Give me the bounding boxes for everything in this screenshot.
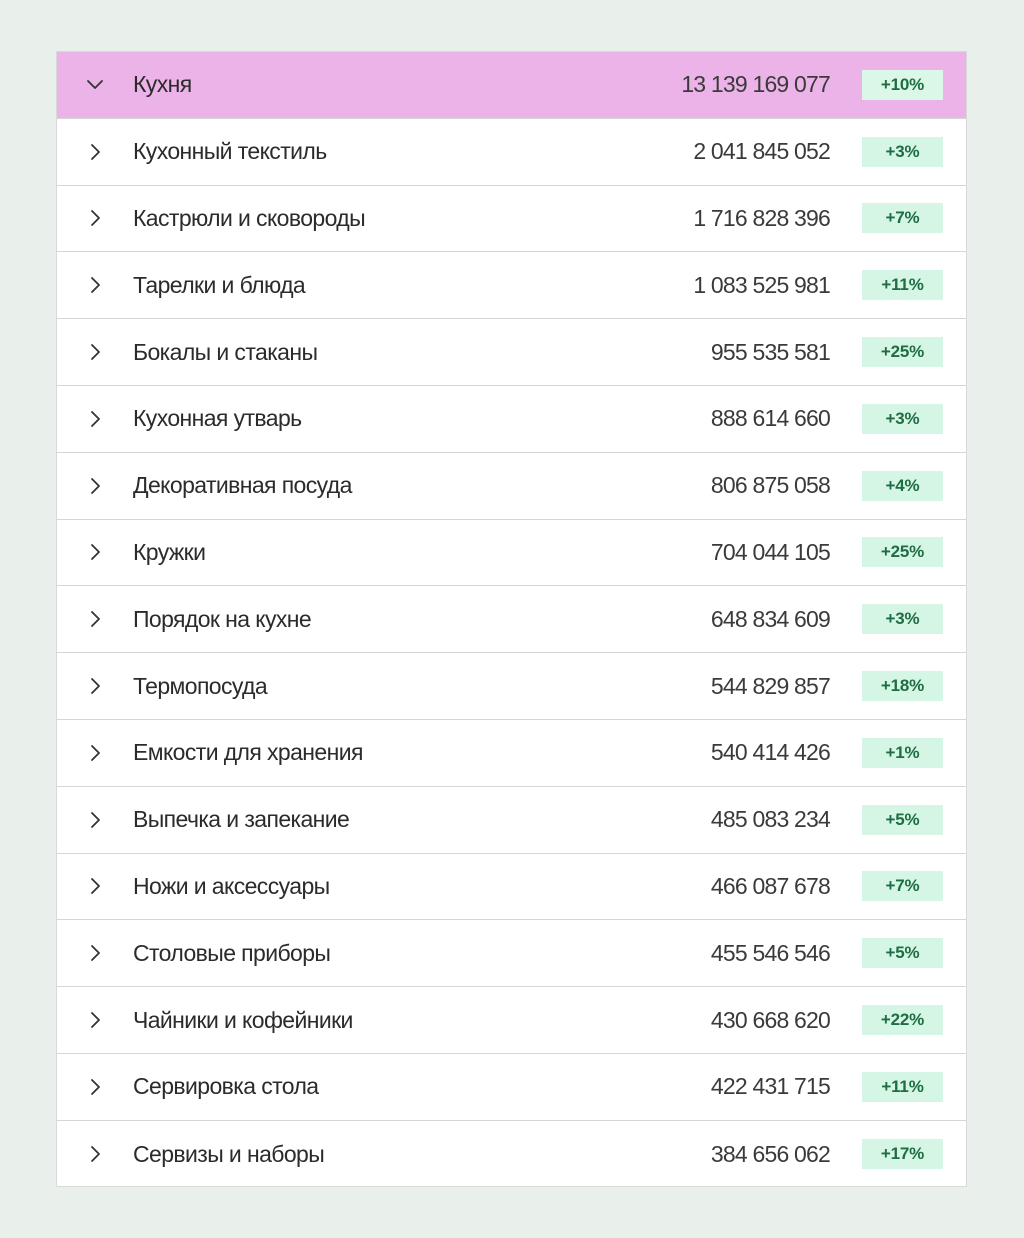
change-badge: +7% — [862, 871, 943, 902]
change-badge: +1% — [862, 737, 943, 768]
subcategory-label: Кастрюли и сковороды — [133, 204, 366, 231]
subcategory-row[interactable]: Чайники и кофейники 430 668 620 +22% — [57, 987, 966, 1054]
subcategory-row[interactable]: Емкости для хранения 540 414 426 +1% — [57, 720, 966, 787]
subcategory-value: 1 716 828 396 — [693, 204, 830, 231]
subcategory-label: Декоративная посуда — [133, 472, 352, 499]
subcategory-label: Бокалы и стаканы — [133, 338, 318, 365]
subcategory-label: Сервизы и наборы — [133, 1140, 325, 1167]
change-badge: +17% — [862, 1139, 943, 1170]
change-badge: +25% — [862, 337, 943, 368]
change-badge: +5% — [862, 804, 943, 835]
subcategory-row[interactable]: Бокалы и стаканы 955 535 581 +25% — [57, 319, 966, 386]
subcategory-value: 430 668 620 — [710, 1006, 831, 1033]
subcategory-row[interactable]: Кружки 704 044 105 +25% — [57, 520, 966, 587]
subcategory-row[interactable]: Сервировка стола 422 431 715 +11% — [57, 1054, 966, 1121]
subcategory-row[interactable]: Столовые приборы 455 546 546 +5% — [57, 920, 966, 988]
chevron-right-icon[interactable] — [85, 342, 105, 362]
subcategory-row[interactable]: Выпечка и запекание 485 083 234 +5% — [57, 787, 966, 854]
subcategory-label: Емкости для хранения — [133, 739, 363, 766]
category-label: Кухня — [133, 71, 192, 98]
change-badge: +3% — [862, 403, 943, 434]
subcategory-row[interactable]: Декоративная посуда 806 875 058 +4% — [57, 453, 966, 520]
subcategory-label: Ножи и аксессуары — [133, 872, 330, 899]
change-badge: +4% — [862, 470, 943, 501]
change-badge: +5% — [862, 938, 943, 969]
subcategory-value: 955 535 581 — [710, 338, 831, 365]
change-badge: +18% — [862, 671, 943, 702]
subcategory-row[interactable]: Порядок на кухне 648 834 609 +3% — [57, 586, 966, 654]
chevron-right-icon[interactable] — [85, 1144, 105, 1164]
category-table: Кухня 13 139 169 077 +10% Кухонный текст… — [56, 51, 967, 1187]
chevron-right-icon[interactable] — [85, 810, 105, 830]
category-row-expanded[interactable]: Кухня 13 139 169 077 +10% — [57, 52, 966, 119]
chevron-down-icon[interactable] — [85, 75, 105, 95]
subcategory-value: 466 087 678 — [710, 872, 831, 899]
subcategory-value: 485 083 234 — [710, 806, 831, 833]
subcategory-value: 2 041 845 052 — [693, 138, 830, 165]
chevron-right-icon[interactable] — [85, 142, 105, 162]
subcategory-row[interactable]: Термопосуда 544 829 857 +18% — [57, 653, 966, 720]
subcategory-label: Выпечка и запекание — [133, 806, 350, 833]
subcategory-row[interactable]: Кухонная утварь 888 614 660 +3% — [57, 386, 966, 453]
subcategory-value: 384 656 062 — [710, 1140, 831, 1167]
subcategory-value: 806 875 058 — [710, 472, 831, 499]
subcategory-row[interactable]: Сервизы и наборы 384 656 062 +17% — [57, 1121, 966, 1188]
subcategory-label: Кухонная утварь — [133, 405, 302, 432]
subcategory-value: 1 083 525 981 — [693, 271, 830, 298]
subcategory-value: 544 829 857 — [710, 672, 831, 699]
change-badge: +11% — [862, 1071, 943, 1102]
category-value: 13 139 169 077 — [681, 71, 830, 98]
subcategory-label: Термопосуда — [133, 672, 268, 699]
chevron-right-icon[interactable] — [85, 676, 105, 696]
change-badge: +3% — [862, 136, 943, 167]
subcategory-value: 455 546 546 — [710, 939, 831, 966]
subcategory-row[interactable]: Кухонный текстиль 2 041 845 052 +3% — [57, 119, 966, 186]
chevron-right-icon[interactable] — [85, 1010, 105, 1030]
change-badge: +25% — [862, 537, 943, 568]
chevron-right-icon[interactable] — [85, 943, 105, 963]
change-badge: +10% — [862, 69, 943, 100]
subcategory-label: Чайники и кофейники — [133, 1006, 353, 1033]
chevron-right-icon[interactable] — [85, 743, 105, 763]
subcategory-value: 422 431 715 — [710, 1073, 831, 1100]
chevron-right-icon[interactable] — [85, 1077, 105, 1097]
subcategory-label: Тарелки и блюда — [133, 271, 306, 298]
chevron-right-icon[interactable] — [85, 208, 105, 228]
subcategory-row[interactable]: Кастрюли и сковороды 1 716 828 396 +7% — [57, 186, 966, 253]
subcategory-value: 648 834 609 — [710, 605, 831, 632]
subcategory-label: Кухонный текстиль — [133, 138, 327, 165]
chevron-right-icon[interactable] — [85, 476, 105, 496]
subcategory-value: 888 614 660 — [710, 405, 831, 432]
change-badge: +22% — [862, 1005, 943, 1036]
subcategory-row[interactable]: Ножи и аксессуары 466 087 678 +7% — [57, 854, 966, 921]
subcategory-value: 540 414 426 — [710, 739, 831, 766]
subcategory-label: Сервировка стола — [133, 1073, 319, 1100]
chevron-right-icon[interactable] — [85, 609, 105, 629]
subcategory-label: Кружки — [133, 538, 206, 565]
change-badge: +11% — [862, 270, 943, 301]
subcategory-row[interactable]: Тарелки и блюда 1 083 525 981 +11% — [57, 252, 966, 320]
change-badge: +3% — [862, 604, 943, 635]
subcategory-label: Столовые приборы — [133, 939, 331, 966]
chevron-right-icon[interactable] — [85, 409, 105, 429]
chevron-right-icon[interactable] — [85, 275, 105, 295]
chevron-right-icon[interactable] — [85, 876, 105, 896]
change-badge: +7% — [862, 203, 943, 234]
subcategory-value: 704 044 105 — [710, 538, 831, 565]
chevron-right-icon[interactable] — [85, 542, 105, 562]
subcategory-label: Порядок на кухне — [133, 605, 312, 632]
